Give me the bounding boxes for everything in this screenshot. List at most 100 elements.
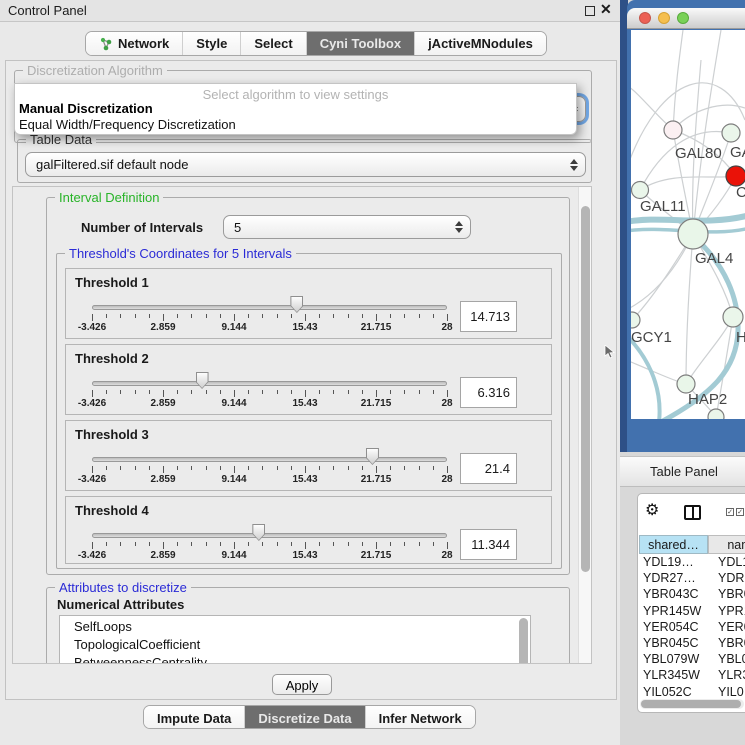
control-panel-titlebar: Control Panel ✕ [0,0,620,22]
tab-select[interactable]: Select [241,32,306,55]
node-label: GA [730,144,745,161]
top-tab-strip: Network Style Select Cyni Toolbox jActiv… [85,31,547,56]
combo-stepper-icon [568,159,579,171]
table-row[interactable]: YLR345WYLR3 [639,667,745,683]
network-window-titlebar[interactable] [627,8,745,29]
dropdown-item-manual-discretization[interactable]: Manual Discretization [19,101,153,116]
float-window-icon[interactable] [585,6,595,16]
threshold-4-value-field[interactable]: 11.344 [460,529,517,560]
combo-stepper-icon [453,221,464,233]
table-row[interactable]: YBL079WYBL0 [639,651,745,667]
right-side-region: GAL80 GA C GAL11 GAL4 GCY1 H HAP2 Table … [620,0,745,745]
node-label: C [736,184,745,201]
tab-cyni-toolbox[interactable]: Cyni Toolbox [307,32,415,55]
slider-ticks [92,542,447,550]
checkbox-columns-icon[interactable]: ✓ [726,508,734,516]
tab-jactivemnodules[interactable]: jActiveMNodules [415,32,546,55]
numerical-attributes-list: SelfLoops TopologicalCoefficient Between… [59,615,531,664]
threshold-3-panel: Threshold 3 -3.4262.8599.14415.4321.7152… [65,420,552,491]
node-gal80[interactable] [664,121,682,139]
node-label: GCY1 [631,329,672,346]
threshold-3-value-field[interactable]: 21.4 [460,453,517,484]
table-panel: ⚙ ✓ ✓ shared… name YDL19…YDL1YDR27…YDR2Y… [637,493,745,713]
algorithm-dropdown-popup: Select algorithm to view settings Manual… [14,83,577,135]
node-label: HAP2 [688,391,727,408]
slider-ticks [92,390,447,398]
close-traffic-light[interactable] [639,12,651,24]
number-of-intervals-label: Number of Intervals [81,220,203,235]
threshold-3-slider-thumb[interactable] [366,448,379,465]
slider-ticks [92,314,447,322]
table-row[interactable]: YIL052CYIL0 [639,684,745,700]
threshold-1-slider-track[interactable] [92,305,447,310]
minimize-traffic-light[interactable] [658,12,670,24]
table-horizontal-scrollbar[interactable] [640,699,744,709]
threshold-1-value-field[interactable]: 14.713 [460,301,517,332]
slider-scale-labels: -3.4262.8599.14415.4321.71528 [92,474,447,486]
list-scrollbar[interactable] [519,618,528,664]
tab-discretize-data[interactable]: Discretize Data [245,706,365,729]
table-row[interactable]: YDR27…YDR2 [639,570,745,586]
threshold-1-slider-thumb[interactable] [290,296,303,313]
slider-scale-labels: -3.4262.8599.14415.4321.71528 [92,398,447,410]
discretization-algorithm-title: Discretization Algorithm [23,63,167,78]
tab-network[interactable]: Network [86,32,183,55]
threshold-2-slider-track[interactable] [92,381,447,386]
threshold-2-slider-thumb[interactable] [196,372,209,389]
list-item[interactable]: SelfLoops [74,619,132,634]
zoom-traffic-light[interactable] [677,12,689,24]
settings-viewport: Interval Definition Number of Intervals … [12,186,592,664]
network-icon [99,37,113,51]
column-header-name[interactable]: name [708,535,745,554]
node-gal11[interactable] [632,182,649,199]
table-rows: YDL19…YDL1YDR27…YDR2YBR043CYBR0YPR145WYP… [639,554,745,700]
mouse-cursor [604,345,616,359]
dropdown-item-equal-width[interactable]: Equal Width/Frequency Discretization [19,117,236,132]
table-row[interactable]: YBR043CYBR0 [639,586,745,602]
close-icon[interactable]: ✕ [600,1,612,18]
tab-impute-data[interactable]: Impute Data [144,706,245,729]
node-gcy1[interactable] [631,312,640,328]
network-canvas[interactable]: GAL80 GA C GAL11 GAL4 GCY1 H HAP2 [631,30,745,419]
control-panel-title: Control Panel [8,3,87,18]
slider-scale-labels: -3.4262.8599.14415.4321.71528 [92,322,447,334]
node-label: GAL4 [695,250,733,267]
threshold-4-slider-thumb[interactable] [252,524,265,541]
tab-infer-network[interactable]: Infer Network [366,706,475,729]
list-item[interactable]: TopologicalCoefficient [74,637,200,652]
list-item[interactable]: BetweennessCentrality [74,655,207,664]
tab-network-label: Network [118,36,169,51]
gear-icon[interactable]: ⚙ [645,503,659,519]
attributes-group-title: Attributes to discretize [55,580,191,595]
settings-scrollbar-thumb[interactable] [581,206,590,572]
threshold-4-panel: Threshold 4 -3.4262.8599.14415.4321.7152… [65,496,552,564]
algorithm-placeholder: Select algorithm to view settings [15,87,576,102]
checkbox-columns-icon[interactable]: ✓ [736,508,744,516]
slider-scale-labels: -3.4262.8599.14415.4321.71528 [92,550,447,562]
node-label: H [736,329,745,346]
table-row[interactable]: YER054CYER0 [639,619,745,635]
screen: Control Panel ✕ Network Style Select Cyn… [0,0,745,745]
selected-node[interactable] [726,166,745,186]
interval-definition-title: Interval Definition [55,190,163,205]
node-gal4[interactable] [678,219,708,249]
slider-ticks [92,466,447,474]
table-row[interactable]: YDL19…YDL1 [639,554,745,570]
apply-button[interactable]: Apply [272,674,332,695]
number-of-intervals-combobox[interactable]: 5 [223,215,471,239]
threshold-1-label: Threshold 1 [75,275,149,290]
threshold-3-slider-track[interactable] [92,457,447,462]
table-data-group: Table Data galFiltered.sif default node [17,139,592,183]
column-header-shared[interactable]: shared… [639,535,708,554]
table-data-combobox[interactable]: galFiltered.sif default node [25,152,586,177]
column-view-icon[interactable] [684,505,701,520]
threshold-2-value-field[interactable]: 6.316 [460,377,517,408]
table-panel-titlebar: Table Panel [620,456,745,487]
threshold-2-label: Threshold 2 [75,351,149,366]
threshold-3-label: Threshold 3 [75,427,149,442]
table-row[interactable]: YPR145WYPR1 [639,603,745,619]
threshold-4-slider-track[interactable] [92,533,447,538]
tab-style[interactable]: Style [183,32,241,55]
bottom-tab-strip: Impute Data Discretize Data Infer Networ… [143,705,476,729]
table-row[interactable]: YBR045CYBR0 [639,635,745,651]
